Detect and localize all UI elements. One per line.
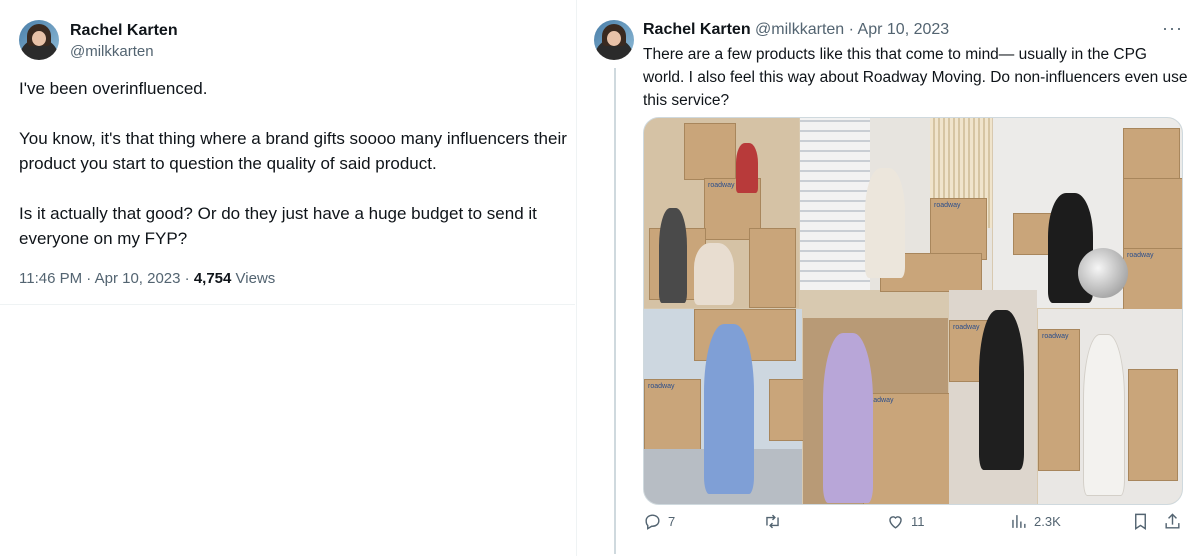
tweet-time[interactable]: 11:46 PM · Apr 10, 2023 · <box>19 270 194 287</box>
box-label: roadway <box>648 383 675 390</box>
separator: · <box>848 21 854 38</box>
share-icon <box>1165 513 1180 529</box>
views-icon <box>1012 515 1026 528</box>
like-count: 11 <box>911 514 925 529</box>
left-tweet: Rachel Karten @milkkarten I've been over… <box>0 0 575 556</box>
divider <box>0 304 575 305</box>
like-button[interactable]: 11 <box>886 512 925 531</box>
avatar[interactable] <box>594 20 634 60</box>
tweet-meta: 11:46 PM · Apr 10, 2023 · 4,754 Views <box>19 270 275 287</box>
bookmark-button[interactable] <box>1131 512 1150 531</box>
author-handle[interactable]: @milkkarten <box>70 43 154 60</box>
box-label: roadway <box>1127 252 1154 259</box>
tweet-header: Rachel Karten @milkkarten · Apr 10, 2023 <box>643 21 949 39</box>
bookmark-icon <box>1135 513 1146 530</box>
box-label: roadway <box>708 182 735 189</box>
author-name[interactable]: Rachel Karten <box>70 22 178 40</box>
author-name[interactable]: Rachel Karten <box>643 21 751 38</box>
box-label: roadway <box>1042 333 1069 340</box>
thread-line <box>614 68 616 554</box>
collage-photo: roadway <box>1038 309 1182 504</box>
like-icon <box>889 516 902 529</box>
collage-photo: roadway <box>644 118 799 308</box>
collage-photo: roadway <box>949 290 1037 504</box>
retweet-button[interactable] <box>763 512 788 531</box>
more-icon[interactable]: ··· <box>1162 18 1183 39</box>
retweet-icon <box>766 514 779 529</box>
views-count: 2.3K <box>1034 514 1061 529</box>
views-button[interactable]: 2.3K <box>1009 512 1061 531</box>
box-label: roadway <box>934 202 961 209</box>
tweet-date[interactable]: Apr 10, 2023 <box>858 21 950 38</box>
author-handle[interactable]: @milkkarten <box>755 21 844 38</box>
collage-photo: roadway <box>803 318 950 504</box>
tweet-text: I've been overinfluenced. You know, it's… <box>19 79 567 248</box>
avatar[interactable] <box>19 20 59 60</box>
reply-icon <box>645 514 660 530</box>
collage-photo: roadway <box>800 118 992 292</box>
reply-count: 7 <box>668 514 676 529</box>
tweet-actions: 7 11 2.3K <box>643 512 1183 540</box>
share-button[interactable] <box>1163 512 1182 531</box>
collage-photo: roadway <box>644 309 804 504</box>
tweet-text: There are a few products like this that … <box>643 46 1188 109</box>
media-collage[interactable]: roadway roadway roadway roadway roadway … <box>643 117 1183 505</box>
box-label: roadway <box>953 324 980 331</box>
collage-photo: roadway <box>993 118 1182 310</box>
views-count: 4,754 <box>193 270 232 287</box>
right-tweet: Rachel Karten @milkkarten · Apr 10, 2023… <box>576 0 1200 556</box>
reply-button[interactable]: 7 <box>643 512 675 531</box>
views-label: Views <box>231 270 276 287</box>
